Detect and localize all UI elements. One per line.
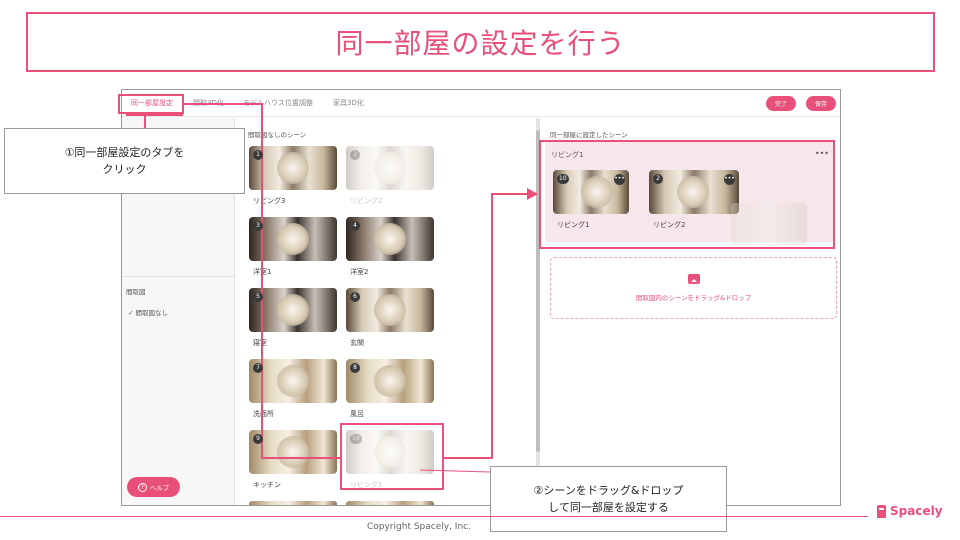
scene-number-badge: 4 bbox=[350, 221, 360, 231]
connector-lines bbox=[144, 103, 538, 473]
callout-step2: ②シーンをドラッグ&ドロップ して同一部屋を設定する bbox=[490, 466, 727, 532]
scene-number-badge: 9 bbox=[253, 434, 263, 444]
spacely-logo-icon bbox=[877, 504, 886, 518]
scene-number-badge: 8 bbox=[350, 363, 360, 373]
drag-arrow-line bbox=[444, 193, 527, 459]
scene-number-badge: 2 bbox=[350, 150, 360, 160]
callout2-pointer bbox=[419, 469, 491, 473]
scene-number-badge: 1 bbox=[253, 150, 263, 160]
scene-number-badge: 7 bbox=[253, 363, 263, 373]
brand-name: Spacely bbox=[890, 504, 943, 518]
footer-copyright: Copyright Spacely, Inc. bbox=[367, 522, 471, 532]
more-icon[interactable]: ••• bbox=[724, 174, 735, 185]
arrowhead-icon bbox=[527, 188, 538, 200]
scene-number-badge: 10 bbox=[557, 174, 569, 184]
scene-number-badge: 5 bbox=[253, 292, 263, 302]
scene-number-badge: 10 bbox=[350, 434, 362, 444]
scene-number-badge: 6 bbox=[350, 292, 360, 302]
scene-number-badge: 2 bbox=[653, 174, 663, 184]
more-icon[interactable]: ••• bbox=[614, 174, 625, 185]
callout-step1: ①同一部屋設定のタブを クリック bbox=[4, 128, 245, 194]
brand-logo: Spacely bbox=[877, 504, 943, 518]
scene-number-badge: 3 bbox=[253, 221, 263, 231]
footer-divider bbox=[0, 516, 868, 517]
